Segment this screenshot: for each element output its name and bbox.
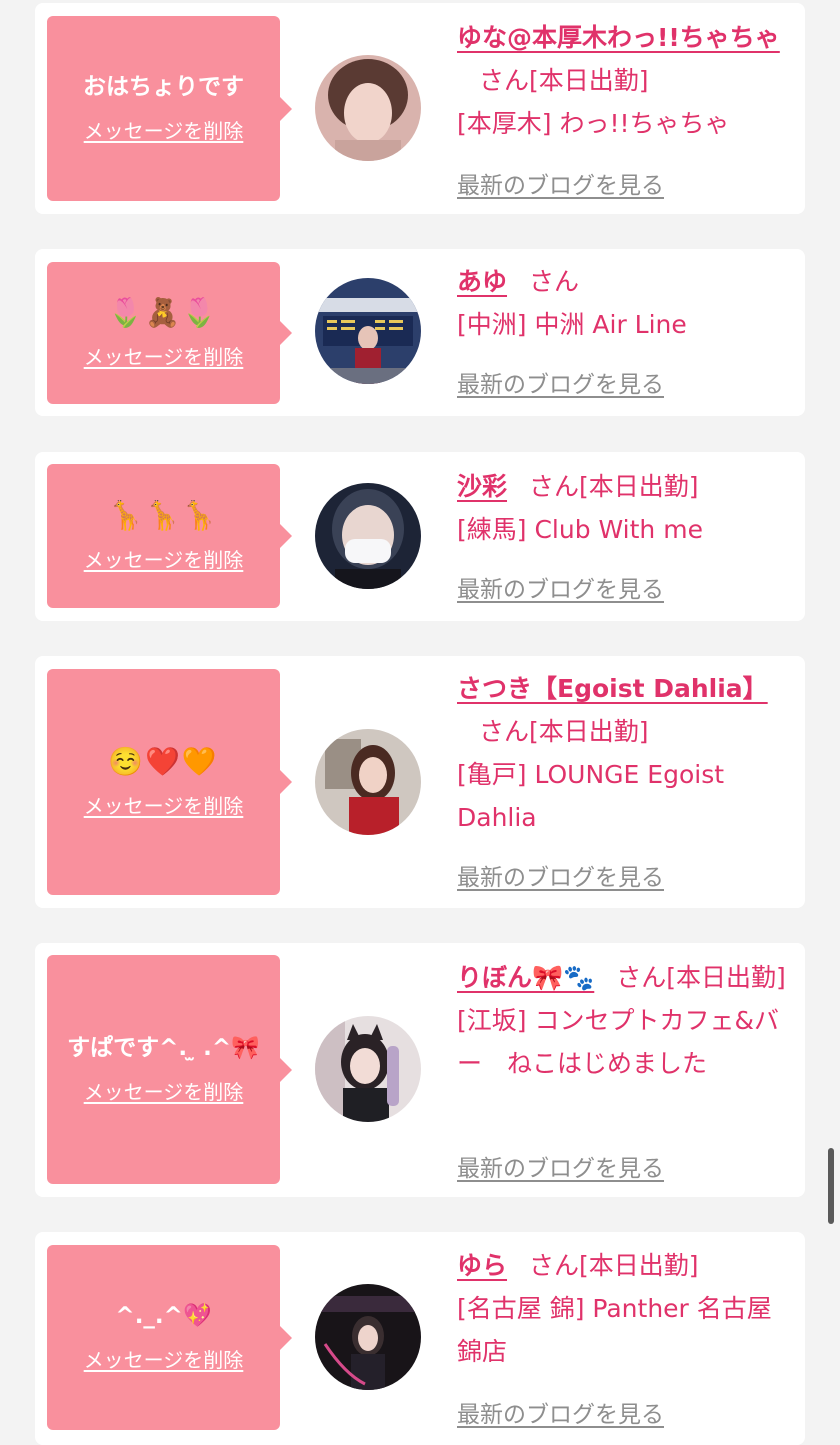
latest-blog-link[interactable]: 最新のブログを見る xyxy=(457,1395,664,1429)
vertical-scrollbar[interactable] xyxy=(828,1148,834,1224)
profile-info: りぼん🎀🐾 さん[本日出勤] [江坂] コンセプトカフェ&バー ねこはじめました xyxy=(457,956,795,1085)
status-badge: [本日出勤] xyxy=(579,1251,699,1280)
san-label: さん xyxy=(529,472,580,501)
avatar[interactable] xyxy=(315,483,421,589)
delete-message-link[interactable]: メッセージを削除 xyxy=(84,1344,244,1373)
san-label: さん xyxy=(616,963,667,992)
avatar[interactable] xyxy=(315,1284,421,1390)
message-card: おはちょりです メッセージを削除 ゆな@本厚木わっ!!ちゃちゃさん[本日出勤] … xyxy=(35,3,805,214)
message-text: ☺️❤️🧡 xyxy=(108,744,219,778)
message-bubble: 🌷🧸🌷 メッセージを削除 xyxy=(47,262,292,404)
delete-message-link[interactable]: メッセージを削除 xyxy=(84,790,244,819)
san-label: さん xyxy=(479,717,530,746)
latest-blog-link[interactable]: 最新のブログを見る xyxy=(457,570,664,604)
delete-message-link[interactable]: メッセージを削除 xyxy=(84,544,244,573)
profile-name-link[interactable]: あゆ xyxy=(457,267,507,296)
avatar[interactable] xyxy=(315,729,421,835)
profile-info: さつき【Egoist Dahlia】さん[本日出勤] [亀戸] LOUNGE E… xyxy=(457,667,795,839)
message-card: 🌷🧸🌷 メッセージを削除 あゆ さん [中洲] 中洲 Air Line 最新のブロ… xyxy=(35,249,805,416)
status-badge: [本日出勤] xyxy=(666,963,786,992)
message-bubble: ^._.^💖 メッセージを削除 xyxy=(47,1245,292,1430)
latest-blog-link[interactable]: 最新のブログを見る xyxy=(457,858,664,892)
avatar[interactable] xyxy=(315,55,421,161)
message-card: 🦒🦒🦒 メッセージを削除 沙彩 さん[本日出勤] [練馬] Club With m… xyxy=(35,452,805,621)
message-bubble: すぱです^. ̫ .^🎀 メッセージを削除 xyxy=(47,955,292,1184)
message-text: 🌷🧸🌷 xyxy=(108,295,219,329)
latest-blog-link[interactable]: 最新のブログを見る xyxy=(457,1149,664,1183)
status-badge: [本日出勤] xyxy=(529,717,649,746)
status-badge: [本日出勤] xyxy=(579,472,699,501)
message-bubble: ☺️❤️🧡 メッセージを削除 xyxy=(47,669,292,895)
shop-name: [亀戸] LOUNGE Egoist Dahlia xyxy=(457,760,725,832)
avatar[interactable] xyxy=(315,278,421,384)
message-text: ^._.^💖 xyxy=(115,1303,212,1330)
latest-blog-link[interactable]: 最新のブログを見る xyxy=(457,166,664,200)
message-card: ^._.^💖 メッセージを削除 ゆら さん[本日出勤] [名古屋 錦] Panth… xyxy=(35,1232,805,1445)
message-text: すぱです^. ̫ .^🎀 xyxy=(67,1035,260,1062)
shop-name: [練馬] Club With me xyxy=(457,515,703,544)
shop-name: [中洲] 中洲 Air Line xyxy=(457,310,687,339)
profile-info: ゆな@本厚木わっ!!ちゃちゃさん[本日出勤] [本厚木] わっ!!ちゃちゃ xyxy=(457,16,795,145)
san-label: さん xyxy=(529,1251,580,1280)
profile-name-link[interactable]: ゆら xyxy=(457,1251,507,1280)
delete-message-link[interactable]: メッセージを削除 xyxy=(84,1076,244,1105)
message-bubble: 🦒🦒🦒 メッセージを削除 xyxy=(47,464,292,608)
message-text: 🦒🦒🦒 xyxy=(108,498,219,532)
san-label: さん xyxy=(479,66,530,95)
profile-name-link[interactable]: 沙彩 xyxy=(457,472,507,501)
delete-message-link[interactable]: メッセージを削除 xyxy=(84,341,244,370)
message-bubble: おはちょりです メッセージを削除 xyxy=(47,16,292,201)
delete-message-link[interactable]: メッセージを削除 xyxy=(84,115,244,144)
profile-name-link[interactable]: ゆな@本厚木わっ!!ちゃちゃ xyxy=(457,23,780,52)
profile-name-link[interactable]: さつき【Egoist Dahlia】 xyxy=(457,674,768,703)
avatar[interactable] xyxy=(315,1016,421,1122)
shop-name: [本厚木] わっ!!ちゃちゃ xyxy=(457,109,730,138)
message-card: すぱです^. ̫ .^🎀 メッセージを削除 りぼん🎀🐾 さん[本日出勤] [江坂]… xyxy=(35,943,805,1197)
profile-info: 沙彩 さん[本日出勤] [練馬] Club With me xyxy=(457,465,795,551)
profile-info: ゆら さん[本日出勤] [名古屋 錦] Panther 名古屋錦店 xyxy=(457,1244,795,1373)
status-badge: [本日出勤] xyxy=(529,66,649,95)
profile-info: あゆ さん [中洲] 中洲 Air Line xyxy=(457,260,795,346)
shop-name: [名古屋 錦] Panther 名古屋錦店 xyxy=(457,1294,772,1366)
message-card: ☺️❤️🧡 メッセージを削除 さつき【Egoist Dahlia】さん[本日出勤… xyxy=(35,656,805,908)
latest-blog-link[interactable]: 最新のブログを見る xyxy=(457,365,664,399)
message-text: おはちょりです xyxy=(83,74,244,101)
shop-name: [江坂] コンセプトカフェ&バー ねこはじめました xyxy=(457,1006,779,1078)
profile-name-link[interactable]: りぼん🎀🐾 xyxy=(457,963,594,992)
san-label: さん xyxy=(529,267,580,296)
